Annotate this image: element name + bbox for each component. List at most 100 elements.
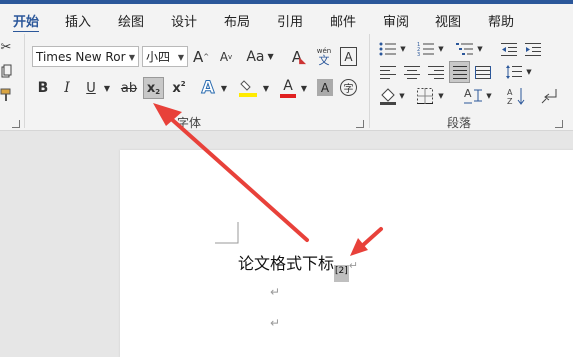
increase-indent-icon [525, 43, 541, 56]
font-size-value: 小四 [146, 50, 171, 64]
strikethrough-icon: ab [120, 80, 138, 96]
underline-dropdown[interactable]: ▼ [102, 82, 112, 94]
character-shading-button[interactable]: A [317, 79, 333, 96]
italic-button[interactable]: I [60, 78, 74, 98]
chevron-down-icon: ▼ [177, 53, 184, 62]
justify-icon [452, 65, 467, 79]
sort-button[interactable]: AZ [506, 86, 526, 106]
phonetic-guide-button[interactable]: wén 文 [315, 44, 333, 68]
shading-button[interactable] [379, 86, 397, 106]
increase-indent-button[interactable] [524, 40, 542, 58]
italic-icon: I [64, 80, 70, 96]
underline-icon: U [86, 80, 96, 96]
tab-layout[interactable]: 布局 [224, 11, 250, 30]
font-name-combo[interactable]: Times New Ror ▼ [32, 46, 139, 67]
chevron-down-icon: ▼ [128, 53, 135, 62]
superscript-icon: x [172, 80, 181, 96]
tab-draw[interactable]: 绘图 [118, 11, 144, 30]
font-group-label: 字体 [177, 116, 202, 130]
chinese-layout-icon: A [464, 87, 482, 104]
numbering-dropdown[interactable]: ▼ [437, 44, 445, 54]
subscript-text: [2] [334, 265, 349, 283]
bullets-dropdown[interactable]: ▼ [399, 44, 407, 54]
paragraph-launcher[interactable] [555, 120, 563, 128]
borders-button[interactable] [416, 87, 434, 105]
tab-home[interactable]: 开始 [13, 11, 39, 30]
tab-view[interactable]: 视图 [435, 11, 461, 30]
ribbon-tabs: 开始 插入 绘图 设计 布局 引用 邮件 审阅 视图 帮助 [0, 4, 573, 34]
tab-design[interactable]: 设计 [171, 11, 197, 30]
document-paragraph[interactable]: 论文格式下标[2]↵ [238, 250, 358, 283]
underline-button[interactable]: U [84, 78, 98, 98]
grow-font-button[interactable]: A ^ [193, 46, 209, 67]
show-marks-button[interactable] [540, 86, 560, 106]
shrink-font-icon: A [219, 49, 229, 64]
decrease-indent-icon [501, 43, 517, 56]
borders-dropdown[interactable]: ▼ [437, 91, 445, 101]
highlight-button[interactable] [238, 77, 258, 99]
chinese-layout-dropdown[interactable]: ▼ [485, 91, 493, 101]
align-right-button[interactable] [427, 63, 445, 81]
paragraph-mark: ↵ [348, 259, 358, 272]
character-border-icon: A [344, 49, 353, 64]
line-spacing-button[interactable] [505, 63, 523, 81]
multilevel-list-icon [456, 43, 473, 55]
phonetic-guide-char: 文 [318, 54, 330, 67]
svg-text:Z: Z [507, 97, 513, 106]
line-spacing-icon [506, 65, 522, 79]
font-color-icon: A [283, 78, 293, 94]
bold-icon: B [37, 80, 49, 96]
tab-help[interactable]: 帮助 [488, 11, 514, 30]
line-spacing-dropdown[interactable]: ▼ [525, 67, 533, 77]
font-launcher[interactable] [356, 120, 364, 128]
font-size-combo[interactable]: 小四 ▼ [142, 46, 188, 67]
svg-text:3: 3 [417, 52, 420, 56]
shrink-font-button[interactable]: Av [218, 46, 234, 67]
highlight-dropdown[interactable]: ▼ [261, 82, 271, 94]
superscript-button[interactable]: x2 [170, 78, 188, 98]
strikethrough-button[interactable]: ab [119, 78, 139, 98]
group-separator [24, 34, 25, 128]
tab-mailings[interactable]: 邮件 [330, 11, 356, 30]
change-case-button[interactable]: Aa ▼ [246, 46, 274, 67]
enclose-characters-button[interactable]: 字 [340, 79, 357, 96]
text-effects-dropdown[interactable]: ▼ [219, 82, 229, 94]
numbering-button[interactable]: 123 [416, 40, 436, 58]
shading-dropdown[interactable]: ▼ [398, 91, 406, 101]
character-border-button[interactable]: A [340, 47, 357, 66]
align-center-icon [404, 65, 420, 79]
bullets-button[interactable] [378, 40, 398, 58]
numbering-icon: 123 [417, 42, 434, 56]
clipboard-launcher[interactable] [12, 120, 20, 128]
font-color-dropdown[interactable]: ▼ [299, 82, 309, 94]
tab-references[interactable]: 引用 [277, 11, 303, 30]
format-painter-icon[interactable] [0, 86, 12, 104]
cut-icon[interactable]: ✂ [0, 38, 12, 56]
multilevel-list-dropdown[interactable]: ▼ [476, 44, 484, 54]
clear-formatting-button[interactable]: A ◣ [290, 46, 308, 67]
decrease-indent-button[interactable] [500, 40, 518, 58]
text-effects-button[interactable]: A [200, 77, 216, 99]
text-effects-icon: A [201, 78, 215, 99]
chinese-layout-button[interactable]: A [464, 87, 484, 105]
copy-icon[interactable] [0, 62, 12, 80]
character-shading-icon: A [320, 80, 330, 95]
align-left-button[interactable] [379, 63, 397, 81]
svg-text:A: A [464, 87, 472, 100]
paragraph-mark: ↵ [270, 316, 281, 330]
paragraph-mark-icon [541, 89, 557, 104]
align-left-icon [380, 65, 396, 79]
justify-button[interactable] [449, 61, 470, 83]
font-name-value: Times New Ror [36, 49, 126, 64]
distributed-icon [475, 65, 491, 79]
bold-button[interactable]: B [36, 78, 50, 98]
borders-icon [417, 88, 433, 104]
paragraph-group-label: 段落 [447, 116, 472, 130]
multilevel-list-button[interactable] [455, 40, 475, 58]
tab-review[interactable]: 审阅 [383, 11, 409, 30]
tab-insert[interactable]: 插入 [65, 11, 91, 30]
distributed-button[interactable] [474, 63, 492, 81]
subscript-button[interactable]: x2 [143, 77, 164, 99]
align-center-button[interactable] [403, 63, 421, 81]
font-color-button[interactable]: A [279, 76, 297, 100]
